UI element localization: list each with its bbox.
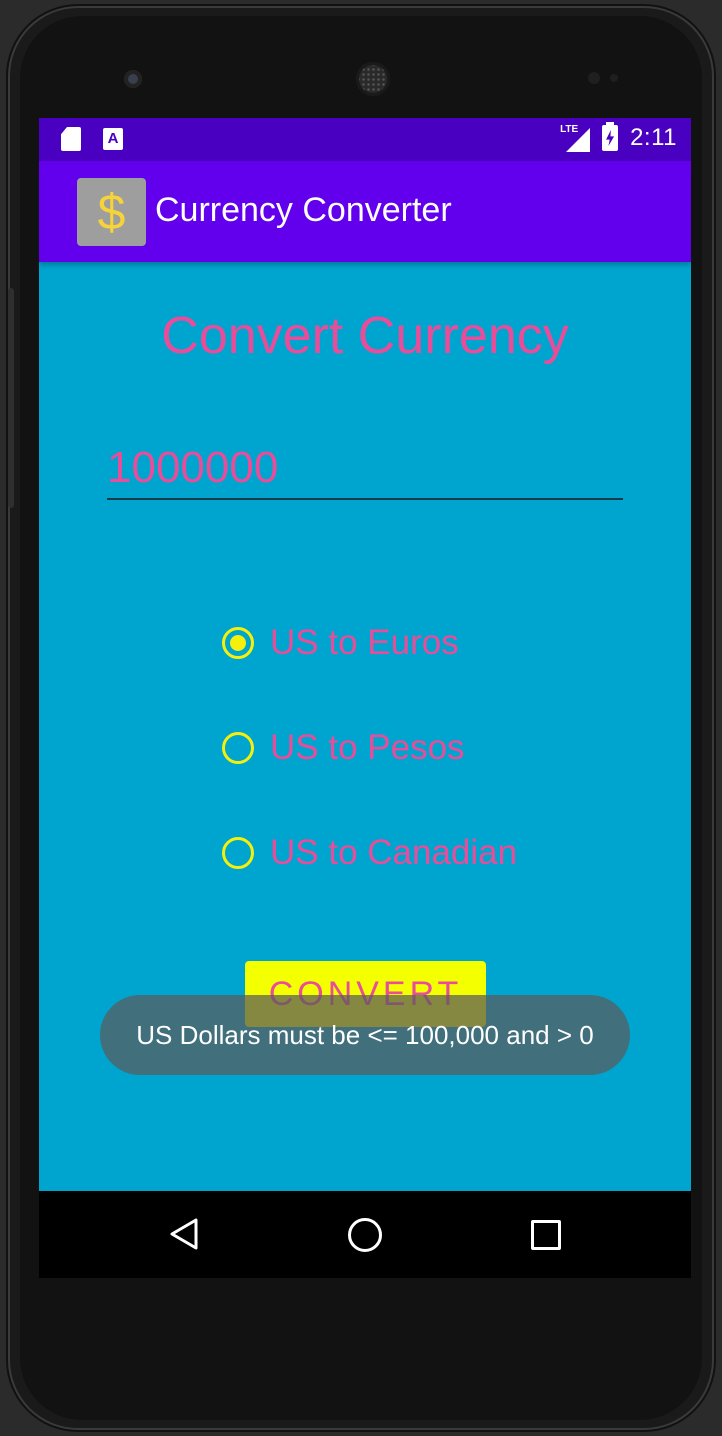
- radio-unchecked-icon[interactable]: [222, 837, 254, 869]
- amount-input[interactable]: [107, 438, 623, 500]
- back-icon[interactable]: [169, 1217, 199, 1251]
- radio-us-to-euros[interactable]: US to Euros: [222, 618, 517, 668]
- conversion-radio-group: US to Euros US to Pesos US to Canadian: [222, 618, 517, 933]
- radio-us-to-pesos[interactable]: US to Pesos: [222, 723, 517, 773]
- radio-checked-icon[interactable]: [222, 627, 254, 659]
- toast-message: US Dollars must be <= 100,000 and > 0: [100, 995, 630, 1075]
- status-clock: 2:11: [630, 124, 677, 151]
- radio-label: US to Euros: [270, 623, 459, 662]
- page-title: Convert Currency: [161, 307, 569, 365]
- app-bar: $ Currency Converter: [39, 161, 691, 262]
- battery-charging-icon: [602, 122, 619, 151]
- proximity-sensor: [588, 72, 600, 84]
- radio-label: US to Canadian: [270, 833, 518, 872]
- earpiece-speaker: [356, 62, 390, 96]
- recents-icon[interactable]: [531, 1220, 561, 1250]
- device-screen: A LTE 2:11 $ Currency Converter Convert …: [39, 118, 691, 1278]
- app-title: Currency Converter: [155, 191, 452, 229]
- radio-unchecked-icon[interactable]: [222, 732, 254, 764]
- navigation-bar: [39, 1191, 691, 1278]
- light-sensor: [610, 74, 618, 82]
- front-camera: [124, 70, 142, 88]
- radio-label: US to Pesos: [270, 728, 465, 767]
- dollar-icon: $: [77, 178, 146, 246]
- side-button: [8, 288, 14, 508]
- text-input-icon: A: [103, 128, 123, 150]
- radio-us-to-canadian[interactable]: US to Canadian: [222, 828, 517, 878]
- sd-card-icon: [61, 127, 81, 151]
- home-icon[interactable]: [348, 1218, 382, 1252]
- status-bar: A LTE 2:11: [39, 118, 691, 161]
- lte-signal-icon: LTE: [560, 124, 591, 152]
